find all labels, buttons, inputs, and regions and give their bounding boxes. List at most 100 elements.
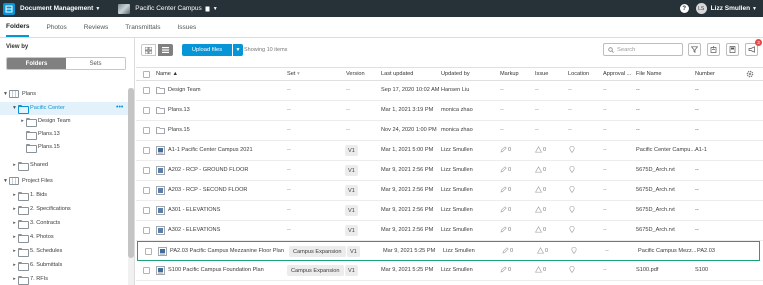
expand-arrow-icon[interactable]: ▸ — [11, 234, 18, 240]
row-checkbox[interactable] — [143, 87, 150, 94]
tree-item-schedules[interactable]: ▸ 5. Schedules — [11, 245, 62, 257]
expand-arrow-icon[interactable]: ▸ — [19, 118, 26, 124]
folder-row[interactable]: Plans.15 -- -- Nov 24, 2020 1:00 PM monica z… — [136, 121, 763, 141]
file-row[interactable]: A202 - RCP - GROUND FLOOR -- V1 Mar 9, 2021… — [136, 161, 763, 181]
issue-icon[interactable] — [534, 206, 543, 215]
user-menu[interactable]: Lizz Smullen ▼ — [711, 5, 757, 12]
file-name-link[interactable]: Design Team — [168, 87, 201, 93]
markup-icon[interactable] — [500, 266, 507, 275]
file-name-link[interactable]: A203 - RCP - SECOND FLOOR — [168, 187, 247, 193]
view-by-sets-button[interactable]: Sets — [66, 58, 125, 69]
location-pin-icon[interactable] — [569, 205, 575, 215]
column-header-number[interactable]: Number — [695, 71, 715, 77]
tree-item-bids[interactable]: ▸ 1. Bids — [11, 189, 47, 201]
file-name-link[interactable]: PA2.03 Pacific Campus Mezzanine Floor Pl… — [170, 248, 284, 254]
tree-item-pacific-center[interactable]: ▼ Pacific Center — [11, 102, 65, 114]
tree-item-shared[interactable]: ▸ Shared — [11, 159, 48, 171]
tree-item-plans[interactable]: ▼ Plans — [2, 88, 36, 100]
file-name-link[interactable]: A1-1 Pacific Center Campus 2021 — [168, 147, 253, 153]
column-header-issue[interactable]: Issue — [535, 71, 548, 77]
markup-icon[interactable] — [500, 186, 507, 195]
file-row[interactable]: A301 - ELEVATIONS -- V1 Mar 9, 2021 2:56 PM… — [136, 201, 763, 221]
tab-reviews[interactable]: Reviews — [84, 17, 109, 37]
row-checkbox[interactable] — [143, 267, 150, 274]
folder-row[interactable]: Design Team -- -- Sep 17, 2020 10:02 AM Hans… — [136, 81, 763, 101]
row-checkbox[interactable] — [145, 248, 152, 255]
tree-item-design-team[interactable]: ▸ Design Team — [19, 115, 71, 127]
markup-icon[interactable] — [500, 226, 507, 235]
row-checkbox[interactable] — [143, 207, 150, 214]
markup-icon[interactable] — [500, 146, 507, 155]
row-checkbox[interactable] — [143, 167, 150, 174]
version-badge[interactable]: V1 — [347, 246, 360, 257]
help-icon[interactable]: ? — [679, 4, 689, 13]
version-badge[interactable]: V1 — [345, 225, 358, 236]
expand-arrow-icon[interactable]: ▼ — [2, 178, 9, 184]
tree-item-contracts[interactable]: ▸ 3. Contracts — [11, 217, 60, 229]
export-button[interactable] — [726, 43, 739, 56]
file-row[interactable]: A302 - ELEVATIONS -- V1 Mar 9, 2021 2:56 PM… — [136, 221, 763, 241]
issue-icon[interactable] — [534, 166, 543, 175]
issue-icon[interactable] — [536, 247, 545, 256]
upload-files-button[interactable]: Upload files — [182, 44, 232, 56]
expand-arrow-icon[interactable]: ▸ — [11, 206, 18, 212]
version-badge[interactable]: V1 — [345, 165, 358, 176]
tab-transmittals[interactable]: Transmittals — [125, 17, 160, 37]
file-name-link[interactable]: S100 Pacific Campus Foundation Plan — [168, 267, 264, 273]
file-name-link[interactable]: Plans.13 — [168, 107, 190, 113]
row-checkbox[interactable] — [143, 227, 150, 234]
location-pin-icon[interactable] — [569, 265, 575, 275]
column-header-markup[interactable]: Markup — [500, 71, 519, 77]
tree-item-specifications[interactable]: ▸ 2. Specifications — [11, 203, 71, 215]
version-badge[interactable]: V1 — [345, 265, 358, 276]
row-checkbox[interactable] — [143, 127, 150, 134]
file-name-link[interactable]: A301 - ELEVATIONS — [168, 207, 220, 213]
avatar[interactable]: LS — [695, 3, 707, 14]
list-view-button[interactable] — [158, 44, 173, 56]
expand-arrow-icon[interactable]: ▸ — [11, 220, 18, 226]
location-pin-icon[interactable] — [569, 165, 575, 175]
tab-issues[interactable]: Issues — [177, 17, 196, 37]
version-badge[interactable]: V1 — [345, 145, 358, 156]
search-input[interactable] — [617, 46, 677, 53]
column-header-file-name[interactable]: File Name — [636, 71, 662, 77]
tab-photos[interactable]: Photos — [46, 17, 66, 37]
tree-item-plans-13[interactable]: Plans.13 — [19, 128, 60, 140]
expand-arrow-icon[interactable]: ▸ — [11, 162, 18, 168]
markup-icon[interactable] — [502, 247, 509, 256]
version-badge[interactable]: V1 — [345, 185, 358, 196]
markup-icon[interactable] — [500, 206, 507, 215]
column-header-location[interactable]: Location — [568, 71, 589, 77]
version-badge[interactable]: V1 — [345, 205, 358, 216]
file-row[interactable]: A1-1 Pacific Center Campus 2021 -- V1 Mar 1… — [136, 141, 763, 161]
location-pin-icon[interactable] — [569, 225, 575, 235]
set-badge[interactable]: Campus Expansion — [287, 265, 344, 276]
column-header-approval[interactable]: Approval ... — [603, 71, 631, 77]
row-checkbox[interactable] — [143, 147, 150, 154]
app-logo-icon[interactable] — [3, 2, 15, 15]
markup-icon[interactable] — [500, 166, 507, 175]
column-header-set[interactable]: Set ▾ — [287, 71, 300, 77]
set-badge[interactable]: Campus Expansion — [289, 246, 346, 257]
tree-item-rfis[interactable]: ▸ 7. RFIs — [11, 273, 48, 285]
file-row[interactable]: PA2.03 Pacific Campus Mezzanine Floor Pl… — [137, 241, 760, 261]
location-pin-icon[interactable] — [569, 145, 575, 155]
expand-arrow-icon[interactable]: ▼ — [11, 105, 18, 111]
search-box[interactable] — [603, 43, 683, 56]
issue-icon[interactable] — [534, 226, 543, 235]
file-name-link[interactable]: A302 - ELEVATIONS — [168, 227, 220, 233]
upload-to-folder-button[interactable] — [707, 43, 720, 56]
expand-arrow-icon[interactable]: ▼ — [2, 91, 9, 97]
tree-item-project-files[interactable]: ▼ Project Files — [2, 175, 53, 187]
tree-scrollbar-thumb[interactable] — [128, 88, 134, 258]
view-by-folders-button[interactable]: Folders — [7, 58, 66, 69]
row-checkbox[interactable] — [143, 107, 150, 114]
project-switcher[interactable]: Pacific Center Campus ▼ — [135, 5, 217, 12]
file-row[interactable]: A203 - RCP - SECOND FLOOR -- V1 Mar 9, 2021… — [136, 181, 763, 201]
grid-view-button[interactable] — [141, 44, 156, 56]
issue-icon[interactable] — [534, 266, 543, 275]
tab-folders[interactable]: Folders — [6, 17, 30, 37]
location-pin-icon[interactable] — [569, 185, 575, 195]
tree-item-plans-15[interactable]: Plans.15 — [19, 141, 60, 153]
more-options-icon[interactable]: ••• — [116, 104, 123, 111]
